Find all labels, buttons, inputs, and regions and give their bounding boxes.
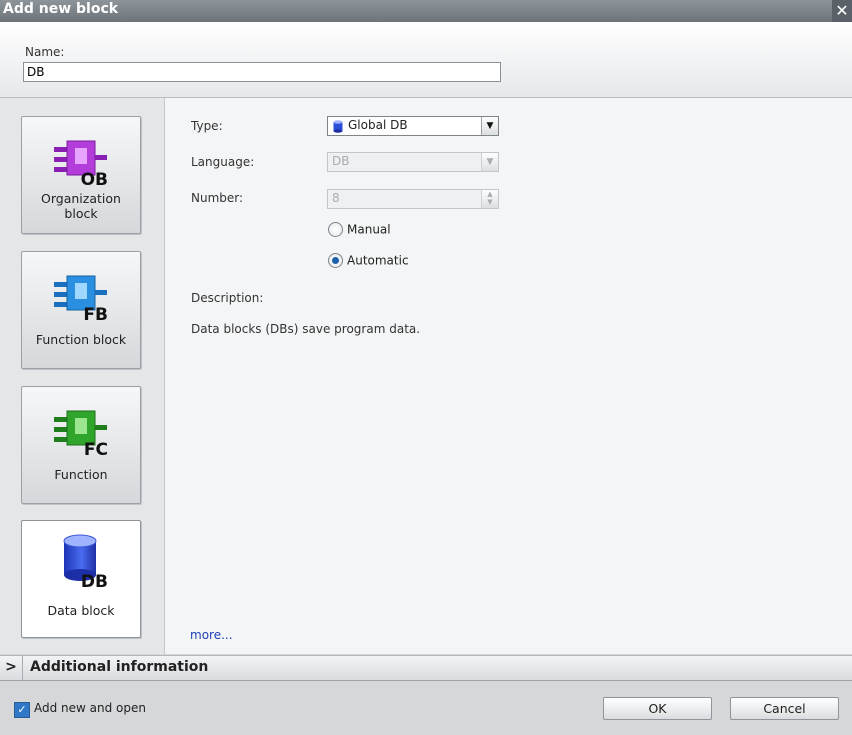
data-block-tile[interactable]: DB Data block: [21, 520, 141, 638]
number-label: Number:: [191, 191, 244, 205]
function-block-label: Function block: [35, 332, 127, 347]
additional-information-label: Additional information: [30, 659, 209, 675]
chevron-down-icon[interactable]: ▼: [481, 153, 498, 171]
function-icon: FC: [54, 410, 108, 457]
language-dropdown[interactable]: DB ▼: [327, 152, 499, 172]
database-icon: [333, 120, 343, 133]
close-icon: ✕: [835, 1, 849, 20]
block-type-panel: OB Organization block FB Function block …: [0, 98, 165, 654]
radio-manual[interactable]: Manual: [328, 222, 391, 237]
close-button[interactable]: ✕: [832, 0, 852, 22]
organization-block-label: Organization block: [41, 191, 121, 221]
checkmark-icon: ✓: [17, 703, 27, 716]
function-label: Function: [54, 467, 108, 482]
more-link[interactable]: more...: [190, 628, 233, 642]
radio-manual-circle[interactable]: [328, 222, 343, 237]
radio-automatic-circle[interactable]: [328, 253, 343, 268]
add-new-and-open-checkbox[interactable]: ✓: [14, 702, 30, 718]
type-dropdown[interactable]: Global DB ▼: [327, 116, 499, 136]
dialog-title: Add new block: [3, 1, 119, 17]
chevron-down-icon[interactable]: ▼: [481, 117, 498, 135]
radio-automatic[interactable]: Automatic: [328, 253, 409, 268]
cancel-button[interactable]: Cancel: [730, 697, 839, 720]
dialog-footer: ✓ Add new and open OK Cancel: [0, 681, 852, 735]
language-value: DB: [332, 154, 350, 168]
additional-information-bar[interactable]: > Additional information: [0, 655, 852, 681]
number-value: 8: [332, 191, 340, 205]
organization-block-tile[interactable]: OB Organization block: [21, 116, 141, 234]
spinner-arrows-icon[interactable]: ▲ ▼: [481, 190, 498, 208]
name-label: Name:: [25, 45, 65, 59]
name-section: Name:: [0, 22, 852, 98]
radio-manual-label: Manual: [347, 222, 391, 237]
block-properties-panel: Type: Global DB ▼ Language: DB ▼ Number:…: [165, 98, 852, 654]
name-input[interactable]: [23, 62, 501, 82]
svg-text:FC: FC: [84, 440, 108, 457]
language-label: Language:: [191, 155, 255, 169]
type-label: Type:: [191, 119, 223, 133]
data-block-label: Data block: [47, 603, 115, 618]
function-block-icon: FB: [54, 275, 108, 322]
type-value: Global DB: [348, 118, 408, 132]
function-tile[interactable]: FC Function: [21, 386, 141, 504]
number-spinner[interactable]: 8 ▲ ▼: [327, 189, 499, 209]
database-icon: DB: [63, 534, 108, 589]
svg-text:OB: OB: [81, 170, 108, 187]
chevron-right-icon[interactable]: >: [0, 656, 23, 680]
organization-block-icon: OB: [54, 140, 108, 187]
function-block-tile[interactable]: FB Function block: [21, 251, 141, 369]
add-new-and-open-label: Add new and open: [34, 701, 147, 715]
radio-automatic-label: Automatic: [347, 253, 409, 268]
description-text: Data blocks (DBs) save program data.: [191, 322, 421, 336]
svg-text:DB: DB: [81, 572, 108, 589]
svg-text:FB: FB: [83, 305, 108, 322]
ok-button[interactable]: OK: [603, 697, 712, 720]
dialog-title-bar: Add new block ✕: [0, 0, 852, 22]
description-label: Description:: [191, 291, 264, 305]
